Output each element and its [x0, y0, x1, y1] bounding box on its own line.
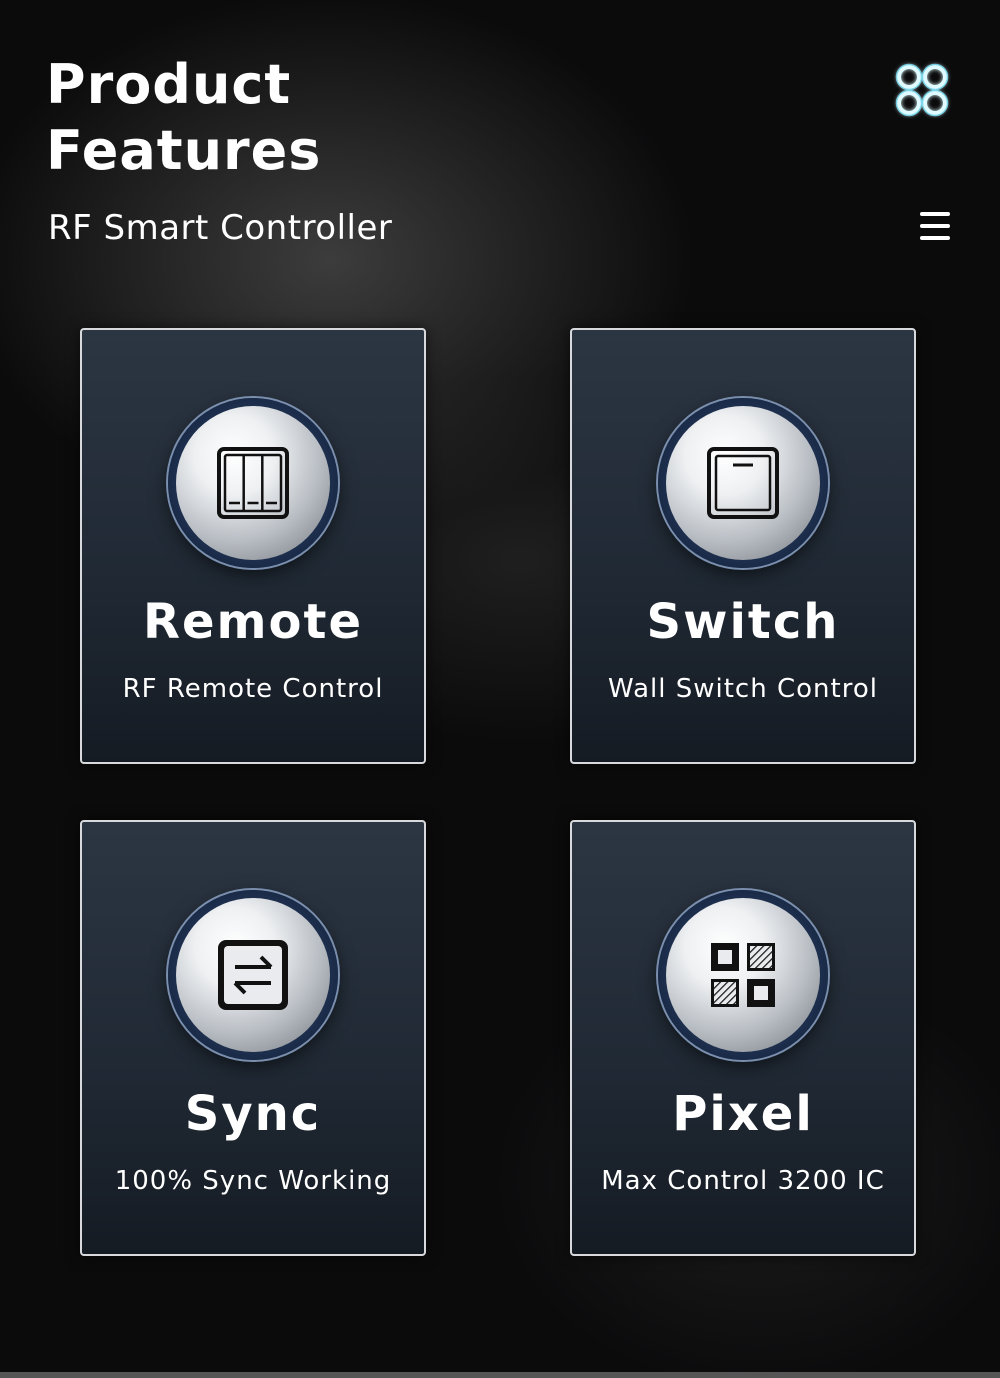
feature-card-pixel: Pixel Max Control 3200 IC — [570, 820, 916, 1256]
feature-badge — [168, 398, 338, 568]
feature-subtitle: RF Remote Control — [122, 674, 384, 704]
page-subtitle: RF Smart Controller — [48, 208, 393, 248]
feature-card-sync: Sync 100% Sync Working — [80, 820, 426, 1256]
feature-card-remote: Remote RF Remote Control — [80, 328, 426, 764]
feature-title: Switch — [646, 594, 840, 650]
pixel-grid-icon — [711, 943, 775, 1007]
sync-arrows-icon — [218, 940, 288, 1010]
feature-title: Pixel — [672, 1086, 814, 1142]
feature-badge — [658, 890, 828, 1060]
wall-switch-icon — [707, 447, 779, 519]
remote-panel-icon — [217, 447, 289, 519]
feature-card-switch: Switch Wall Switch Control — [570, 328, 916, 764]
feature-title: Sync — [184, 1086, 322, 1142]
four-rings-logo-icon — [890, 58, 954, 122]
page-title-line1: Product — [46, 53, 292, 116]
menu-icon[interactable] — [920, 212, 950, 246]
bottom-divider — [0, 1372, 1000, 1378]
feature-subtitle: Wall Switch Control — [608, 674, 878, 704]
page-title-line2: Features — [46, 119, 322, 182]
feature-title: Remote — [142, 594, 363, 650]
feature-subtitle: 100% Sync Working — [114, 1166, 392, 1196]
feature-badge — [168, 890, 338, 1060]
page-title: Product Features — [46, 52, 321, 184]
feature-badge — [658, 398, 828, 568]
feature-subtitle: Max Control 3200 IC — [601, 1166, 885, 1196]
